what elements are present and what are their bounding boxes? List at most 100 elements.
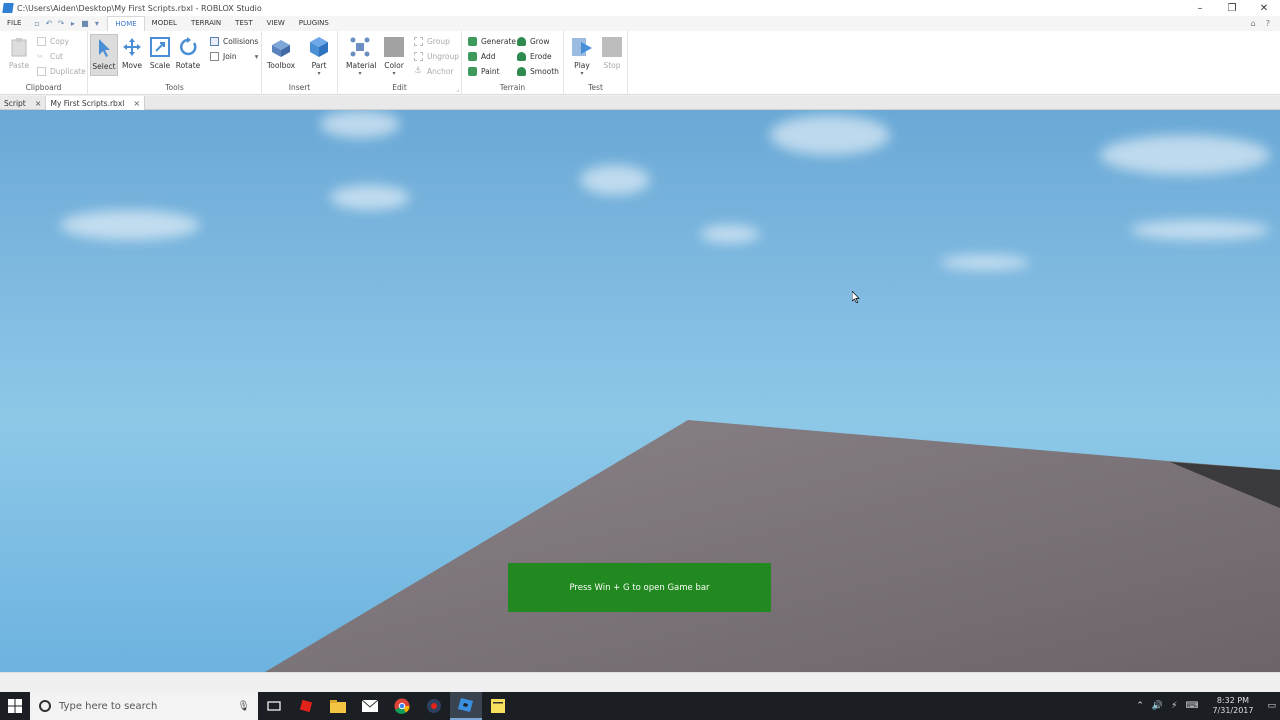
document-tabs: Script × My First Scripts.rbxl ×	[0, 96, 1280, 110]
insert-group: Toolbox Part ▾ Insert	[262, 31, 338, 95]
paste-button[interactable]: Paste	[5, 34, 33, 76]
play-here-icon[interactable]: ▸	[68, 19, 77, 28]
generate-button[interactable]: Generate	[468, 35, 516, 48]
file-menu[interactable]: FILE	[0, 16, 28, 31]
roblox-studio-app[interactable]	[450, 692, 482, 720]
play-icon	[571, 36, 593, 58]
join-dropdown-icon[interactable]: ▾	[255, 52, 259, 61]
material-button[interactable]: Material ▾	[346, 34, 376, 77]
show-hidden-icons-icon[interactable]: ⌃	[1136, 701, 1144, 711]
maximize-icon[interactable]: ❐	[1216, 0, 1248, 16]
tab-script[interactable]: Script ×	[0, 96, 47, 110]
paint-terrain-button[interactable]: Paint	[468, 65, 500, 78]
folder-icon	[330, 699, 346, 713]
material-dropdown-icon[interactable]: ▾	[346, 70, 374, 77]
ungroup-icon	[414, 52, 423, 61]
grow-terrain-icon	[517, 37, 526, 46]
mouse-cursor-icon	[852, 291, 860, 303]
edit-settings-icon[interactable]: ⌟	[456, 86, 459, 93]
help-icon[interactable]: ?	[1266, 19, 1270, 28]
network-icon[interactable]: ⚡	[1171, 701, 1177, 711]
duplicate-icon	[37, 67, 46, 76]
recorder-app[interactable]	[418, 692, 450, 720]
rotate-icon	[177, 36, 199, 58]
color-button[interactable]: Color ▾	[380, 34, 408, 77]
select-button[interactable]: Select	[90, 34, 118, 76]
keyboard-icon[interactable]: ⌨	[1185, 701, 1198, 711]
close-icon[interactable]: ✕	[1248, 0, 1280, 16]
tab-home[interactable]: HOME	[107, 16, 145, 31]
roblox-player-app[interactable]	[290, 692, 322, 720]
smooth-terrain-icon	[517, 67, 526, 76]
sticky-notes-app[interactable]	[482, 692, 514, 720]
taskbar-clock[interactable]: 8:32 PM 7/31/2017	[1212, 696, 1253, 716]
group-button[interactable]: Group	[414, 35, 450, 48]
collapse-ribbon-icon[interactable]: ⌂	[1251, 19, 1256, 28]
paste-icon	[8, 36, 30, 58]
generate-terrain-icon	[468, 37, 477, 46]
close-tab-icon[interactable]: ×	[35, 99, 42, 108]
stop-button[interactable]: Stop	[598, 34, 626, 76]
redo-icon[interactable]: ↷	[56, 19, 65, 28]
toolbox-button[interactable]: Toolbox	[267, 34, 295, 76]
join-toggle[interactable]: Join ▾	[210, 50, 258, 63]
recorder-icon	[427, 699, 441, 713]
play-dropdown-icon[interactable]: ▾	[568, 70, 596, 77]
insert-label: Insert	[288, 83, 311, 92]
add-terrain-button[interactable]: Add	[468, 50, 496, 63]
play-button[interactable]: Play ▾	[568, 34, 596, 77]
smooth-terrain-button[interactable]: Smooth	[517, 65, 559, 78]
cut-icon: ✂	[37, 52, 44, 61]
toolbox-icon	[270, 36, 292, 58]
volume-icon[interactable]: 🔊	[1152, 701, 1163, 711]
part-button[interactable]: Part ▾	[305, 34, 333, 77]
collisions-toggle[interactable]: Collisions	[210, 35, 258, 48]
customize-icon[interactable]: ▾	[92, 19, 101, 28]
windows-logo-icon	[8, 699, 22, 713]
file-explorer-app[interactable]	[322, 692, 354, 720]
close-tab-icon[interactable]: ×	[133, 99, 140, 108]
scale-button[interactable]: Scale	[146, 34, 174, 76]
collisions-icon	[210, 37, 219, 46]
tab-view[interactable]: VIEW	[260, 16, 292, 31]
task-view-button[interactable]	[258, 692, 290, 720]
start-button[interactable]	[0, 692, 30, 720]
cut-button[interactable]: ✂ Cut	[37, 50, 63, 63]
ungroup-button[interactable]: Ungroup	[414, 50, 459, 63]
tab-terrain[interactable]: TERRAIN	[184, 16, 228, 31]
erode-terrain-button[interactable]: Erode	[517, 50, 552, 63]
edit-label: Edit	[392, 83, 407, 92]
system-tray: ⌃ 🔊 ⚡ ⌨ 8:32 PM 7/31/2017 ▭	[1132, 692, 1280, 720]
stop-icon[interactable]: ■	[80, 19, 89, 28]
mail-icon	[362, 700, 378, 712]
color-dropdown-icon[interactable]: ▾	[380, 70, 408, 77]
new-file-icon[interactable]: ▫	[32, 19, 41, 28]
tab-model[interactable]: MODEL	[145, 16, 184, 31]
3d-viewport[interactable]: Press Win + G to open Game bar	[0, 110, 1280, 672]
chrome-app[interactable]	[386, 692, 418, 720]
rotate-button[interactable]: Rotate	[174, 34, 202, 76]
part-dropdown-icon[interactable]: ▾	[305, 70, 333, 77]
mail-app[interactable]	[354, 692, 386, 720]
game-bar-notification: Press Win + G to open Game bar	[508, 563, 771, 612]
copy-button[interactable]: Copy	[37, 35, 69, 48]
add-terrain-icon	[468, 52, 477, 61]
undo-icon[interactable]: ↶	[44, 19, 53, 28]
terrain-group: Generate Add Paint Grow Erode Smooth Ter…	[462, 31, 564, 95]
test-label: Test	[588, 83, 603, 92]
tab-plugins[interactable]: PLUGINS	[292, 16, 336, 31]
roblox-studio-icon	[458, 698, 473, 712]
action-center-icon[interactable]: ▭	[1267, 701, 1276, 711]
grow-terrain-button[interactable]: Grow	[517, 35, 549, 48]
anchor-button[interactable]: ⚓ Anchor	[414, 65, 453, 78]
move-button[interactable]: Move	[118, 34, 146, 76]
tab-test[interactable]: TEST	[228, 16, 259, 31]
minimize-icon[interactable]: –	[1184, 0, 1216, 16]
taskbar-search-box[interactable]: Type here to search 🎙	[30, 692, 258, 720]
clipboard-group: Paste Copy ✂ Cut Duplicate Clipboard	[0, 31, 88, 95]
menu-bar: FILE ▫ ↶ ↷ ▸ ■ ▾ HOME MODEL TERRAIN TEST…	[0, 16, 1280, 31]
microphone-icon[interactable]: 🎙	[237, 701, 250, 712]
duplicate-button[interactable]: Duplicate	[37, 65, 86, 78]
tab-my-first-scripts[interactable]: My First Scripts.rbxl ×	[46, 96, 146, 110]
ribbon: Paste Copy ✂ Cut Duplicate Clipboard Sele…	[0, 31, 1280, 95]
